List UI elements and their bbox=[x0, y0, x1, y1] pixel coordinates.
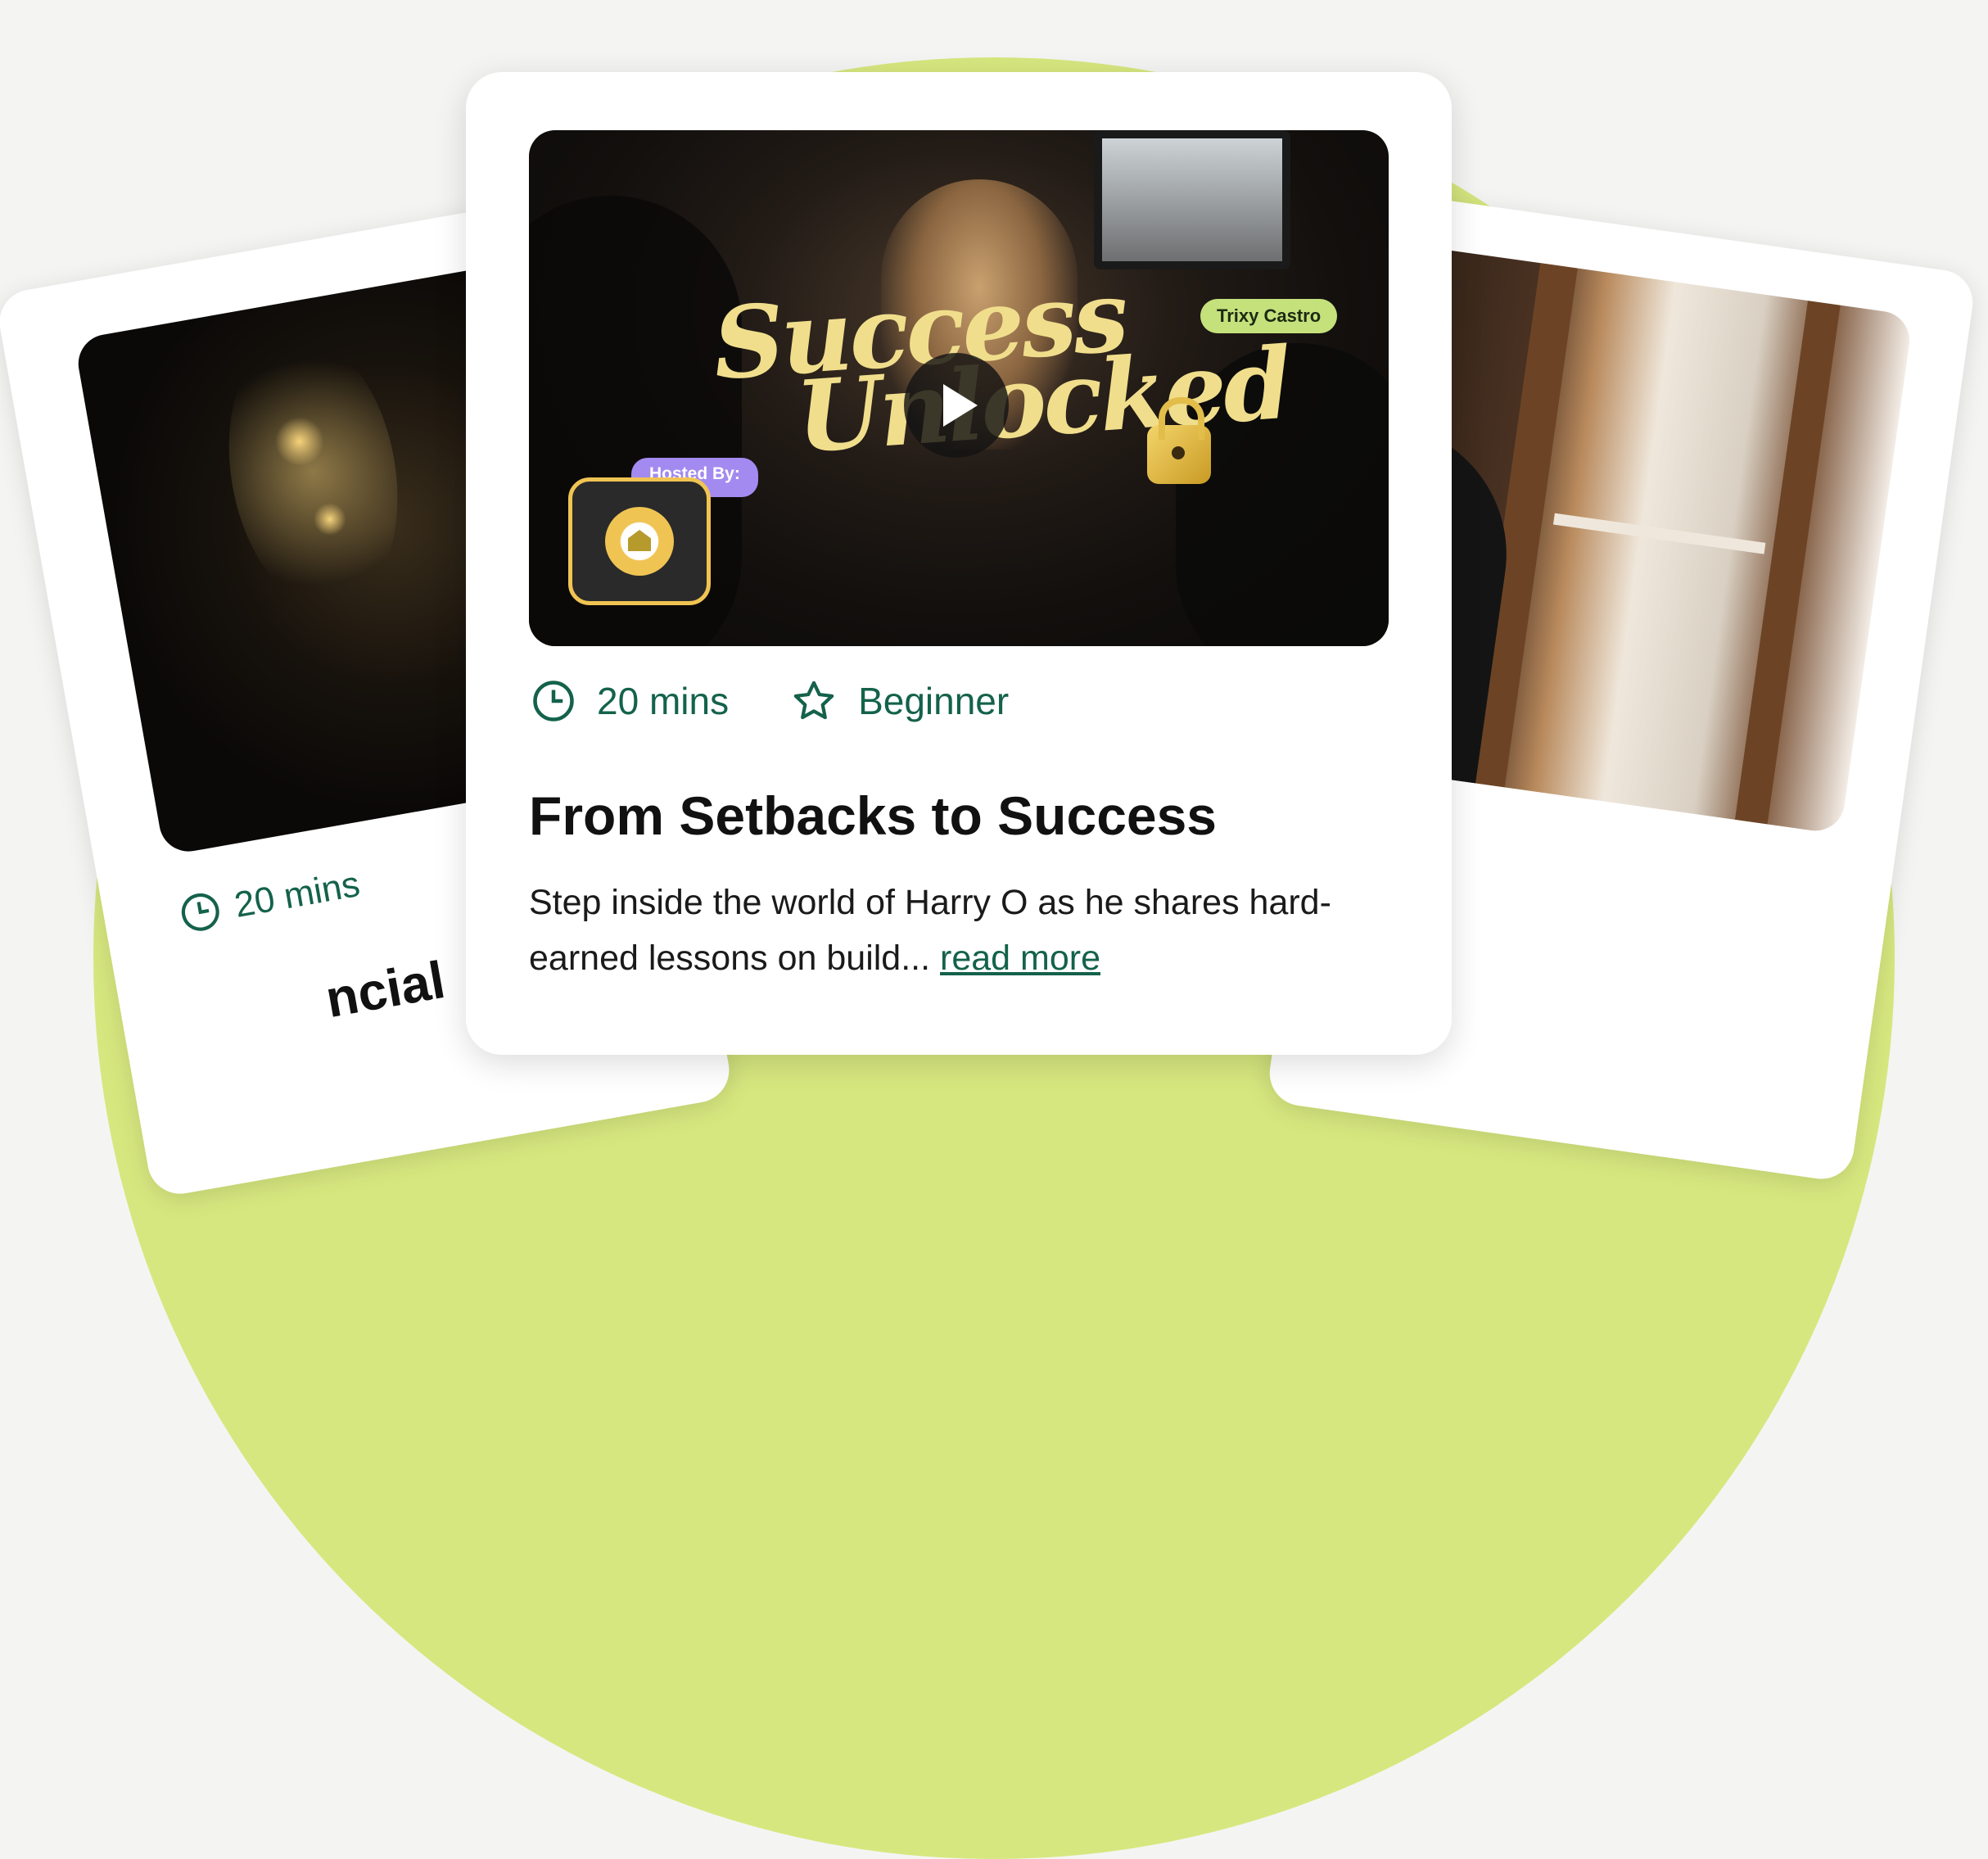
course-card-featured[interactable]: Success Unlocked Trixy Castro Hosted By:… bbox=[466, 72, 1452, 1055]
clock-icon bbox=[181, 893, 219, 931]
play-button[interactable] bbox=[904, 353, 1009, 458]
duration-meta-left: 20 mins bbox=[177, 864, 363, 936]
course-title: From Setbacks to Success bbox=[529, 785, 1218, 846]
play-icon bbox=[943, 384, 978, 427]
video-thumbnail[interactable]: Success Unlocked Trixy Castro Hosted By: bbox=[529, 130, 1389, 646]
seal-icon bbox=[605, 507, 674, 576]
lock-icon bbox=[1147, 397, 1211, 484]
course-meta: 20 mins Beginner bbox=[531, 678, 1009, 724]
host-name-tag: Trixy Castro bbox=[1200, 299, 1338, 333]
duration-label-left: 20 mins bbox=[231, 863, 364, 925]
course-title-left: ncial bbox=[321, 949, 450, 1029]
read-more-link[interactable]: read more bbox=[940, 939, 1100, 978]
duration-label: 20 mins bbox=[597, 680, 730, 722]
duration-meta: 20 mins bbox=[531, 679, 729, 723]
star-icon bbox=[793, 681, 834, 720]
show-logo-line2: Unlocked bbox=[793, 325, 1293, 476]
course-description-text: Step inside the world of Harry O as he s… bbox=[529, 883, 1331, 978]
course-description: Step inside the world of Harry O as he s… bbox=[529, 875, 1348, 986]
level-label: Beginner bbox=[858, 680, 1010, 722]
clock-icon bbox=[533, 681, 574, 721]
host-badge bbox=[568, 477, 711, 605]
level-meta: Beginner bbox=[791, 678, 1009, 724]
